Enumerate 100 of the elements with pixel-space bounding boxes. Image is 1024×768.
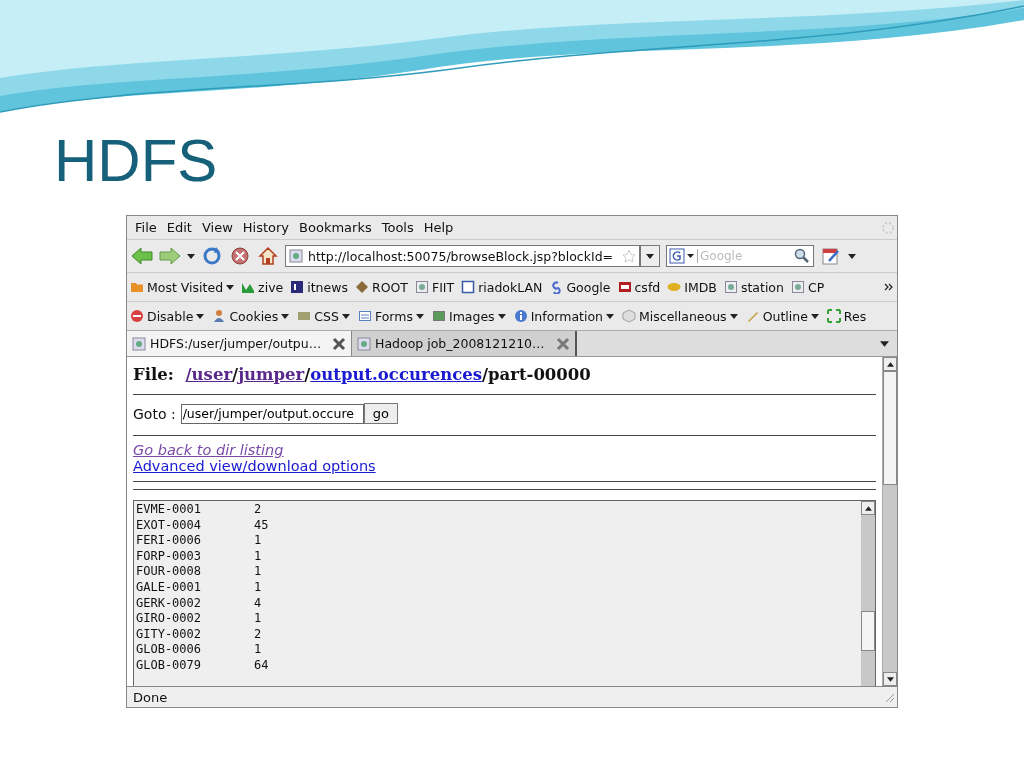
tab-list-caret-icon[interactable] bbox=[880, 340, 889, 347]
toolbar-menu[interactable]: Cookies bbox=[212, 308, 290, 324]
stop-icon[interactable] bbox=[229, 246, 251, 266]
notepad-icon[interactable] bbox=[820, 246, 842, 266]
image-icon bbox=[431, 309, 446, 323]
scrollbar-thumb[interactable] bbox=[861, 611, 875, 651]
count-text: 2 bbox=[254, 626, 262, 643]
menu-item[interactable]: History bbox=[238, 220, 294, 235]
swirl-icon bbox=[549, 280, 564, 294]
toolbar-menu[interactable]: Forms bbox=[357, 308, 424, 324]
home-icon[interactable] bbox=[257, 246, 279, 266]
count-text: 64 bbox=[254, 657, 269, 674]
scroll-up-button[interactable] bbox=[883, 357, 897, 371]
toolbar-menu[interactable]: Information bbox=[513, 308, 614, 324]
file-label: File: bbox=[133, 365, 174, 384]
key-text: EVME-0001 bbox=[136, 502, 203, 518]
count-text: 1 bbox=[254, 533, 262, 549]
up-arrow-icon bbox=[864, 505, 872, 511]
scroll-up-button[interactable] bbox=[861, 501, 875, 515]
close-icon[interactable] bbox=[332, 336, 346, 351]
bookmark-item[interactable]: csfd bbox=[617, 279, 661, 295]
bookmark-item[interactable]: itnews bbox=[290, 279, 348, 295]
bookmark-item[interactable]: CP bbox=[790, 279, 825, 295]
page-icon bbox=[357, 336, 371, 351]
page-icon bbox=[289, 249, 303, 263]
scrollbar[interactable] bbox=[861, 501, 875, 686]
star-icon[interactable] bbox=[622, 249, 636, 263]
toolbar-menu[interactable]: Outline bbox=[745, 308, 819, 324]
toolbar-menu[interactable]: Res bbox=[826, 308, 867, 324]
more-bookmarks-icon[interactable] bbox=[884, 283, 894, 291]
search-engine-icon[interactable] bbox=[669, 248, 695, 264]
bookmark-item[interactable]: FIIT bbox=[414, 279, 455, 295]
caret-icon bbox=[196, 313, 205, 319]
menu-item[interactable]: File bbox=[131, 220, 161, 235]
menu-item[interactable]: Bookmarks bbox=[295, 220, 376, 235]
bookmark-item[interactable]: station bbox=[723, 279, 784, 295]
bookmark-item[interactable]: ROOT bbox=[354, 279, 408, 295]
search-icon[interactable] bbox=[794, 248, 810, 264]
menu-item[interactable]: Help bbox=[419, 220, 458, 235]
browser-tab[interactable]: HDFS:/user/jumper/outpu… bbox=[127, 331, 352, 356]
page-link[interactable]: Advanced view/download options bbox=[133, 458, 376, 474]
key-text: GALE-0001 bbox=[136, 579, 203, 596]
goto-field[interactable]: /user/jumper/output.occure bbox=[180, 403, 364, 424]
bookmark-item[interactable]: riadokLAN bbox=[461, 279, 543, 295]
bookmark-item[interactable]: Most Visited bbox=[130, 279, 235, 295]
bookmark-item[interactable]: IMDB bbox=[667, 279, 717, 295]
caret-icon bbox=[497, 313, 506, 319]
caret-icon bbox=[810, 313, 819, 319]
up-arrow-icon bbox=[886, 361, 894, 367]
go-button[interactable]: go bbox=[363, 403, 398, 424]
key-text: FORP-0003 bbox=[136, 548, 203, 565]
film-icon bbox=[617, 280, 632, 294]
key-text: GLOB-0079 bbox=[136, 657, 203, 674]
card-icon bbox=[297, 309, 312, 323]
info-icon bbox=[513, 309, 528, 323]
reload-icon[interactable] bbox=[201, 246, 223, 266]
path-link[interactable]: output.occurences bbox=[310, 365, 482, 384]
page-icon bbox=[414, 280, 429, 294]
close-icon[interactable] bbox=[556, 336, 570, 351]
count-text: 1 bbox=[254, 611, 262, 627]
scrollbar-thumb[interactable] bbox=[883, 371, 897, 485]
caret-icon[interactable] bbox=[848, 253, 856, 259]
path-link[interactable]: jumper bbox=[238, 365, 305, 384]
key-text: FERI-0006 bbox=[136, 533, 203, 549]
key-text: FOUR-0008 bbox=[136, 564, 203, 580]
count-text: 4 bbox=[254, 595, 262, 612]
toolbar-menu[interactable]: CSS bbox=[297, 308, 350, 324]
address-field[interactable]: http://localhost:50075/browseBlock.jsp?blockId= bbox=[285, 245, 640, 267]
menu-item[interactable]: Edit bbox=[162, 220, 196, 235]
file-text-area[interactable]: EVME-0001 2 EXOT-0004 45 FERI-0006 1 FORP-0003 1 FOUR-0008 1 GALE-0001 1 GERK-0002 4 GIRO-0002 1 GITY-0002 2 GLOB-0006 1 GLOB-0079 64 bbox=[133, 500, 876, 686]
caret-icon bbox=[606, 313, 614, 319]
search-field[interactable]: Google bbox=[666, 245, 814, 267]
key-text: GIRO-0002 bbox=[136, 611, 203, 627]
path-text: / bbox=[304, 365, 311, 384]
count-text: 2 bbox=[254, 502, 262, 518]
resize-grip-icon[interactable] bbox=[883, 691, 895, 703]
path-link[interactable]: /user bbox=[185, 365, 233, 384]
toolbar-menu[interactable]: Miscellaneous bbox=[622, 308, 738, 324]
browser-tab[interactable]: Hadoop job_2008121210… bbox=[352, 331, 577, 356]
key-text: EXOT-0004 bbox=[136, 517, 203, 534]
person-icon bbox=[212, 309, 227, 323]
back-arrow-icon[interactable] bbox=[131, 246, 153, 266]
throbber-icon bbox=[881, 220, 895, 235]
toolbar-menu[interactable]: Images bbox=[431, 308, 506, 324]
status-text: Done bbox=[133, 689, 168, 705]
scrollbar[interactable] bbox=[882, 357, 897, 686]
page-link[interactable]: Go back to dir listing bbox=[133, 442, 284, 458]
count-text: 1 bbox=[254, 564, 262, 580]
form-icon bbox=[357, 309, 372, 323]
bookmark-item[interactable]: Google bbox=[549, 279, 611, 295]
menu-item[interactable]: View bbox=[197, 220, 237, 235]
bookmark-item[interactable]: zive bbox=[241, 279, 284, 295]
page-icon bbox=[790, 280, 805, 294]
menu-item[interactable]: Tools bbox=[377, 220, 418, 235]
badge-icon bbox=[667, 280, 682, 294]
toolbar-menu[interactable]: Disable bbox=[130, 308, 205, 324]
key-text: GERK-0002 bbox=[136, 595, 203, 612]
caret-icon[interactable] bbox=[187, 253, 195, 259]
scroll-down-button[interactable] bbox=[883, 672, 897, 686]
history-dropdown-button[interactable] bbox=[640, 245, 660, 267]
